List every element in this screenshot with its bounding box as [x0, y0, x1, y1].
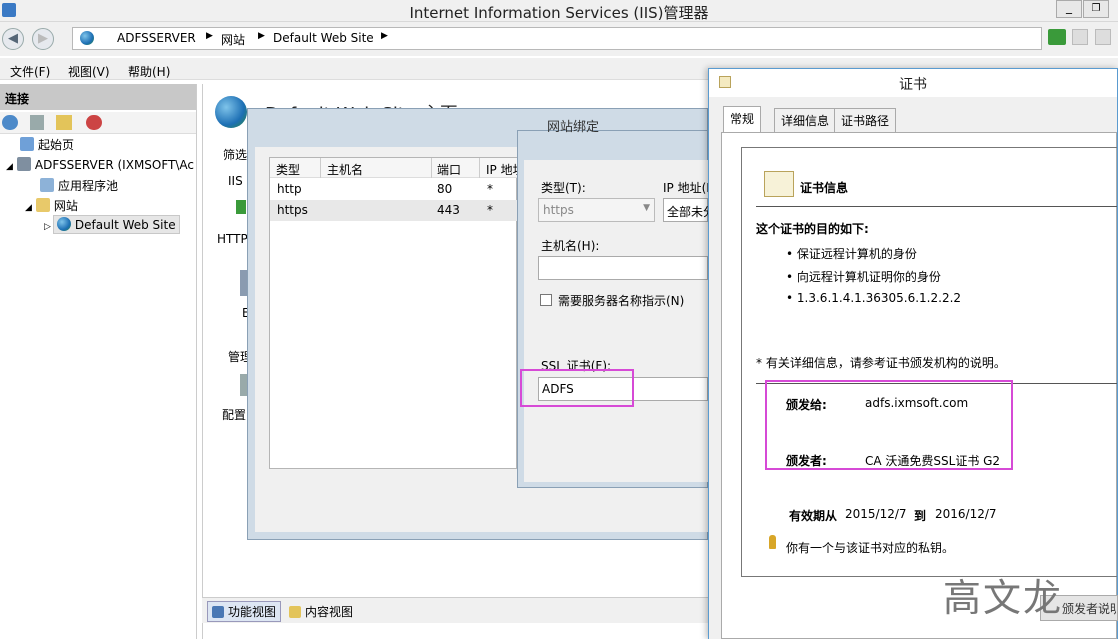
window-title: Internet Information Services (IIS)管理器 — [409, 4, 709, 22]
binding-port[interactable]: 443 — [437, 203, 460, 217]
issuer-statement-label: 颁发者说明 — [1062, 602, 1116, 616]
cert-note: * 有关详细信息，请参考证书颁发机构的说明。 — [756, 356, 1006, 370]
binding-ip[interactable]: * — [487, 203, 493, 217]
breadcrumb-sep: ▶ — [381, 31, 388, 41]
col-divider — [320, 158, 321, 178]
breadcrumb-site[interactable]: Default Web Site — [273, 31, 374, 45]
purpose-item: • 向远程计算机证明你的身份 — [786, 270, 941, 284]
breadcrumb-sep: ▶ — [258, 31, 265, 41]
cert-info-title: 证书信息 — [800, 181, 849, 195]
globe-icon — [80, 31, 94, 45]
tree-sites[interactable]: ◢ 网站 — [25, 197, 78, 214]
binding-type[interactable]: https — [277, 203, 308, 217]
expand-arrow-icon[interactable]: ◢ — [25, 203, 32, 213]
tab-general[interactable]: 常规 — [723, 106, 762, 133]
type-select[interactable]: https ▼ — [538, 198, 655, 222]
purpose-item: • 保证远程计算机的身份 — [786, 247, 917, 261]
up-icon[interactable] — [56, 115, 72, 130]
arrow-icon — [236, 200, 246, 214]
tree-app-pools[interactable]: 应用程序池 — [40, 177, 118, 194]
bindings-dialog-title: 网站绑定 — [547, 120, 600, 135]
breadcrumb-sites[interactable]: 网站 — [221, 31, 245, 48]
minimize-button[interactable]: _ — [1056, 0, 1082, 18]
col-port[interactable]: 端口 — [437, 161, 461, 178]
tree-start-page[interactable]: 起始页 — [20, 136, 74, 153]
binding-port[interactable]: 80 — [437, 182, 452, 196]
tab-cert-path[interactable]: 证书路径 — [834, 108, 897, 132]
tab-details[interactable]: 详细信息 — [774, 108, 837, 132]
server-icon — [16, 157, 31, 171]
tree-server[interactable]: ◢ ADFSSERVER (IXMSOFT\Ac — [6, 157, 194, 172]
col-host[interactable]: 主机名 — [327, 161, 363, 178]
content-icon — [289, 606, 301, 618]
sites-folder-icon — [35, 198, 50, 212]
purpose-heading: 这个证书的目的如下: — [756, 222, 869, 236]
collapse-arrow-icon[interactable]: ▷ — [44, 222, 51, 232]
address-bar[interactable] — [72, 27, 1042, 50]
ip-select[interactable]: 全部未分 — [663, 198, 715, 222]
menu-help[interactable]: 帮助(H) — [128, 63, 170, 80]
col-type[interactable]: 类型 — [276, 161, 300, 178]
private-key-note: 你有一个与该证书对应的私钥。 — [786, 541, 955, 555]
http-feature-label[interactable]: HTTP — [217, 232, 248, 246]
features-icon — [212, 606, 224, 618]
connect-icon[interactable] — [2, 115, 18, 130]
refresh-icon[interactable] — [1048, 29, 1066, 45]
save-icon[interactable] — [30, 115, 44, 130]
valid-from-label: 有效期从 — [789, 509, 838, 523]
valid-to-label: 到 — [914, 509, 927, 523]
breadcrumb-sep: ▶ — [206, 31, 213, 41]
ip-label: IP 地址(I — [663, 181, 708, 195]
app-pool-icon — [40, 178, 54, 192]
features-view-tab[interactable]: 功能视图 — [207, 601, 282, 622]
menu-file[interactable]: 文件(F) — [10, 63, 50, 80]
chevron-down-icon: ▼ — [643, 203, 650, 213]
col-divider — [479, 158, 480, 178]
expand-arrow-icon[interactable]: ◢ — [6, 162, 13, 172]
restore-button[interactable]: ❐ — [1083, 0, 1109, 18]
purpose-item: • 1.3.6.1.4.1.36305.6.1.2.2.2 — [786, 291, 962, 305]
stop-icon[interactable] — [1072, 29, 1088, 45]
watermark: 高文龙 — [943, 576, 1064, 620]
breadcrumb-server[interactable]: ADFSSERVER — [117, 31, 196, 45]
type-label: 类型(T): — [541, 181, 586, 195]
config-label[interactable]: 配置 — [222, 406, 246, 423]
globe-icon — [56, 217, 71, 231]
divider — [756, 206, 1117, 207]
valid-from-value: 2015/12/7 — [845, 507, 907, 521]
connections-label: 连接 — [5, 92, 30, 106]
back-button[interactable]: ◀ — [2, 28, 24, 50]
help-icon[interactable] — [1095, 29, 1111, 45]
col-divider — [431, 158, 432, 178]
host-input[interactable] — [538, 256, 708, 280]
binding-ip[interactable]: * — [487, 182, 493, 196]
sni-label: 需要服务器名称指示(N) — [558, 294, 685, 308]
key-icon — [769, 535, 776, 549]
certificate-icon — [764, 171, 794, 197]
tree-default-site[interactable]: ▷ Default Web Site — [44, 215, 180, 234]
highlight-box — [520, 369, 634, 407]
sni-checkbox[interactable] — [540, 294, 552, 306]
connections-header — [0, 84, 196, 110]
content-view-tab[interactable]: 内容视图 — [287, 602, 355, 621]
filter-label[interactable]: 筛选 — [223, 146, 247, 163]
iis-group-label: IIS — [228, 174, 243, 188]
forward-button[interactable]: ▶ — [32, 28, 54, 50]
disconnect-icon[interactable] — [86, 115, 102, 130]
certificate-title: 证书 — [899, 77, 927, 93]
home-icon — [20, 137, 34, 151]
binding-type[interactable]: http — [277, 182, 302, 196]
valid-to-value: 2016/12/7 — [935, 507, 997, 521]
site-globe-icon — [215, 96, 247, 128]
menu-view[interactable]: 视图(V) — [68, 63, 110, 80]
host-label: 主机名(H): — [541, 239, 600, 253]
highlight-box — [765, 380, 1013, 470]
